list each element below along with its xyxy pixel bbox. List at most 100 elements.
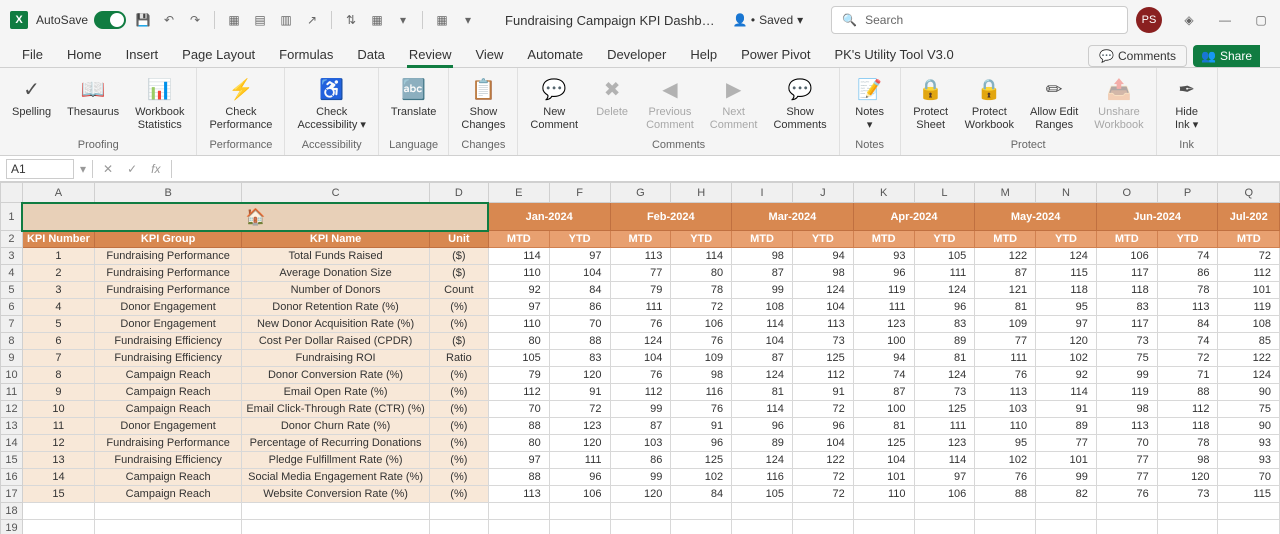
cell[interactable] <box>22 503 94 520</box>
cell[interactable]: 123 <box>549 418 610 435</box>
cell[interactable]: 92 <box>488 282 549 299</box>
cell[interactable]: 86 <box>549 299 610 316</box>
row-header[interactable]: 5 <box>1 282 23 299</box>
cell[interactable]: Donor Engagement <box>94 418 241 435</box>
cancel-formula-icon[interactable]: ✕ <box>99 162 117 176</box>
row-header[interactable]: 13 <box>1 418 23 435</box>
cell[interactable] <box>732 503 793 520</box>
cell[interactable]: 114 <box>732 401 793 418</box>
cell[interactable]: 106 <box>671 316 732 333</box>
tab-help[interactable]: Help <box>680 42 727 67</box>
col-header-K[interactable]: K <box>853 183 914 203</box>
cell[interactable]: 111 <box>549 452 610 469</box>
cell[interactable]: 121 <box>975 282 1036 299</box>
cell[interactable]: 74 <box>1157 248 1218 265</box>
cell[interactable]: 84 <box>671 486 732 503</box>
cell[interactable] <box>792 520 853 534</box>
cell[interactable]: 125 <box>792 350 853 367</box>
share-button[interactable]: 👥 Share <box>1193 45 1260 67</box>
cell[interactable]: 91 <box>792 384 853 401</box>
cell[interactable]: ($) <box>429 333 488 350</box>
translate-button[interactable]: 🔤Translate <box>385 74 442 121</box>
cell[interactable]: 79 <box>610 282 671 299</box>
col-header-Q[interactable]: Q <box>1218 183 1280 203</box>
cell[interactable]: 87 <box>975 265 1036 282</box>
cell[interactable]: 95 <box>1036 299 1097 316</box>
cell[interactable]: (%) <box>429 452 488 469</box>
cell[interactable]: Fundraising Performance <box>94 282 241 299</box>
cell[interactable]: 97 <box>914 469 975 486</box>
cell[interactable]: 88 <box>488 469 549 486</box>
cell[interactable]: 110 <box>975 418 1036 435</box>
cell[interactable]: Fundraising Efficiency <box>94 333 241 350</box>
new-comment-button[interactable]: 💬NewComment <box>524 74 584 134</box>
col-header-E[interactable]: E <box>488 183 549 203</box>
cell[interactable]: Total Funds Raised <box>242 248 429 265</box>
cell[interactable] <box>1096 503 1157 520</box>
cell[interactable]: 113 <box>975 384 1036 401</box>
cell[interactable]: 76 <box>610 316 671 333</box>
cell[interactable] <box>610 520 671 534</box>
cell[interactable]: 111 <box>914 265 975 282</box>
cell[interactable]: 110 <box>488 316 549 333</box>
autosave[interactable]: AutoSave <box>36 11 126 29</box>
cell[interactable]: 15 <box>22 486 94 503</box>
cell[interactable]: 92 <box>1036 367 1097 384</box>
cell[interactable]: 114 <box>671 248 732 265</box>
cell[interactable] <box>1036 503 1097 520</box>
cell[interactable]: 88 <box>975 486 1036 503</box>
cell[interactable] <box>1096 520 1157 534</box>
cell[interactable]: 97 <box>1036 316 1097 333</box>
cell[interactable]: 93 <box>1218 435 1280 452</box>
cell[interactable]: (%) <box>429 469 488 486</box>
cell[interactable]: 77 <box>610 265 671 282</box>
cell[interactable]: 72 <box>549 401 610 418</box>
cell[interactable]: 87 <box>610 418 671 435</box>
cell[interactable]: Fundraising Performance <box>94 435 241 452</box>
cell[interactable] <box>488 503 549 520</box>
tab-data[interactable]: Data <box>347 42 394 67</box>
cell[interactable]: (%) <box>429 367 488 384</box>
tab-review[interactable]: Review <box>399 42 462 67</box>
autosave-toggle[interactable] <box>94 11 126 29</box>
qa-icon-6[interactable]: ▦ <box>368 11 386 29</box>
cell[interactable]: 103 <box>610 435 671 452</box>
col-header-C[interactable]: C <box>242 183 429 203</box>
cell[interactable]: 120 <box>549 435 610 452</box>
cell[interactable]: 112 <box>610 384 671 401</box>
cell[interactable]: 108 <box>1218 316 1280 333</box>
cell[interactable]: 72 <box>1218 248 1280 265</box>
cell[interactable]: 118 <box>1096 282 1157 299</box>
col-header-J[interactable]: J <box>792 183 853 203</box>
cell[interactable]: (%) <box>429 316 488 333</box>
cell[interactable]: 96 <box>792 418 853 435</box>
cell[interactable] <box>853 520 914 534</box>
cell[interactable]: 114 <box>1036 384 1097 401</box>
cell[interactable]: 73 <box>792 333 853 350</box>
cell[interactable]: 83 <box>549 350 610 367</box>
protect-sheet-button[interactable]: 🔒ProtectSheet <box>907 74 955 134</box>
tab-developer[interactable]: Developer <box>597 42 676 67</box>
cell[interactable]: 84 <box>549 282 610 299</box>
cell[interactable]: 86 <box>610 452 671 469</box>
cell[interactable]: 109 <box>975 316 1036 333</box>
cell[interactable]: 87 <box>732 265 793 282</box>
select-all-corner[interactable] <box>1 183 23 203</box>
cell[interactable]: 76 <box>1096 486 1157 503</box>
cell[interactable]: 1 <box>22 248 94 265</box>
cell[interactable]: Count <box>429 282 488 299</box>
col-header-N[interactable]: N <box>1036 183 1097 203</box>
cell[interactable]: 101 <box>1218 282 1280 299</box>
cell[interactable] <box>1036 520 1097 534</box>
cell[interactable]: 108 <box>732 299 793 316</box>
cell[interactable] <box>1218 520 1280 534</box>
fx-icon[interactable]: fx <box>147 162 164 176</box>
col-header-O[interactable]: O <box>1096 183 1157 203</box>
cell[interactable] <box>429 503 488 520</box>
row-header[interactable]: 8 <box>1 333 23 350</box>
row-header[interactable]: 2 <box>1 231 23 248</box>
cell[interactable]: 112 <box>1157 401 1218 418</box>
cell[interactable]: 97 <box>549 248 610 265</box>
cell[interactable]: 5 <box>22 316 94 333</box>
cell[interactable]: 82 <box>1036 486 1097 503</box>
